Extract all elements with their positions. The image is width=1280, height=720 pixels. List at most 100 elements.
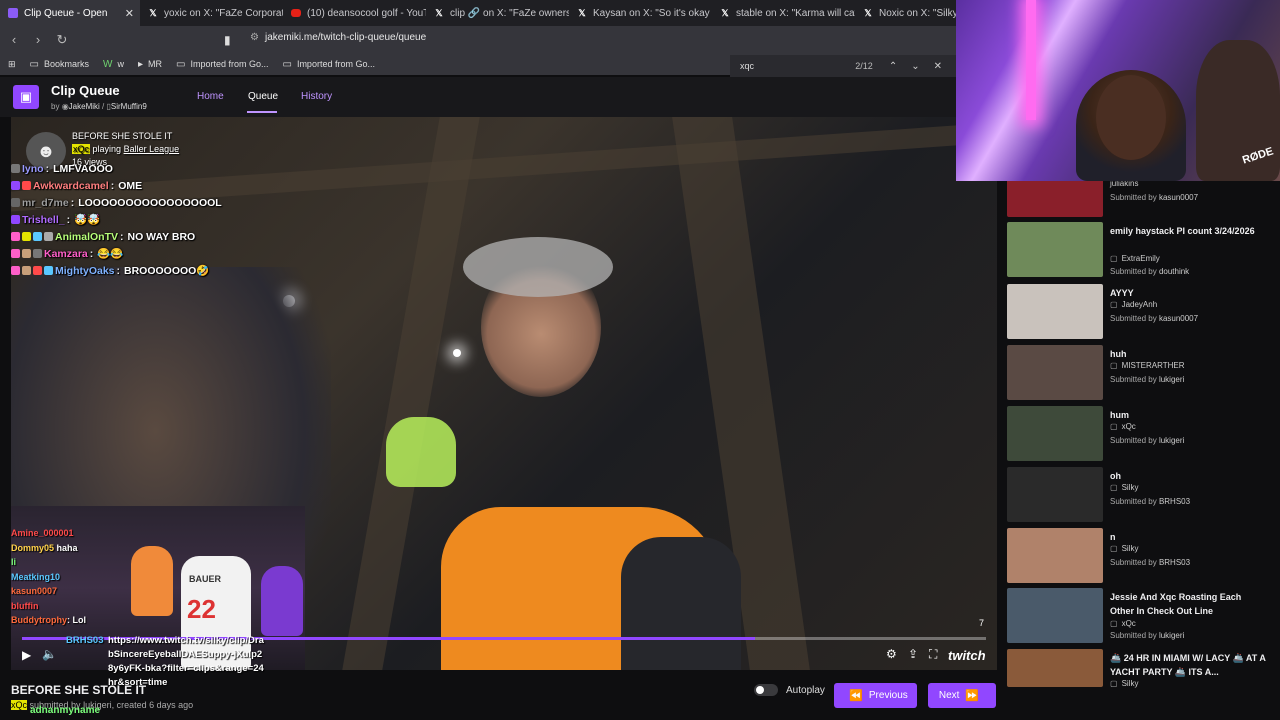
queue-channel: ▢ Silky (1110, 483, 1138, 492)
badge-icon (11, 249, 20, 258)
badge-icon (33, 232, 42, 241)
chat-bubble-icon: ▢ (1110, 544, 1118, 553)
submitted-prefix: Submitted by (1110, 314, 1157, 323)
queue-title: 🚢 24 HR IN MIAMI W/ LACY 🚢 AT A YACHT PA… (1110, 653, 1266, 677)
queue-channel-name: ExtraEmily (1121, 254, 1160, 263)
chevron-down-icon[interactable]: ⌄ (911, 61, 919, 72)
tab-kaysan[interactable]: 𝕏 Kaysan on X: "So it's okay to m (569, 0, 712, 26)
clip-queue-logo-icon[interactable]: ▣ (13, 85, 39, 109)
queue-item[interactable]: Jessie And Xqc Roasting Each Other In Ch… (1007, 588, 1272, 646)
nav-history[interactable]: History (301, 91, 332, 102)
category-link[interactable]: Baller League (124, 144, 180, 154)
clip-created: created 6 days ago (116, 700, 194, 710)
badge-icon (11, 198, 20, 207)
bookmark-w[interactable]: Ww (103, 59, 124, 70)
tab-yoxic[interactable]: 𝕏 yoxic on X: "FaZe Corporate se (140, 0, 283, 26)
apps-icon[interactable]: ⊞ (8, 59, 16, 70)
chat-username: mr_d7me (22, 196, 69, 209)
chat-line: Trishell_: 🤯🤯 (11, 211, 441, 228)
autoplay-toggle[interactable]: Autoplay (754, 684, 825, 696)
pip-chat-username: Buddytrophy (11, 615, 67, 625)
tab-youtube[interactable]: (10) deansocool golf - YouTube (283, 0, 426, 26)
close-icon[interactable]: ✕ (125, 7, 134, 20)
chat-overlay: Iyno: LMFVAOOO Awkwardcamel: OME mr_d7me: L… (11, 160, 441, 279)
overlay-title: BEFORE SHE STOLE IT (72, 131, 173, 141)
share-icon[interactable]: ⇪ (908, 647, 918, 661)
queue-item[interactable]: 🚢 24 HR IN MIAMI W/ LACY 🚢 AT A YACHT PA… (1007, 649, 1272, 689)
play-icon[interactable]: ▶ (22, 648, 31, 662)
reload-icon[interactable]: ↻ (52, 32, 72, 48)
toggle-switch[interactable] (754, 684, 778, 696)
bookmark-imported-1[interactable]: ▭ Imported from Go... (176, 59, 268, 70)
pip-chat-line: li (11, 557, 211, 572)
chat-bubble-icon: ▢ (1110, 300, 1118, 309)
twitch-logo[interactable]: twitch (948, 648, 986, 663)
bookmark-icon[interactable]: ▮ (224, 33, 234, 47)
url-field[interactable]: ⚙ jakemiki.me/twitch-clip-queue/queue (250, 32, 426, 43)
next-button[interactable]: Next ⏩ (928, 683, 996, 708)
x-icon: 𝕏 (149, 7, 157, 18)
bookmark-label: Imported from Go... (296, 59, 375, 69)
queue-item[interactable]: juliakins Submitted by kasun0007 (1007, 176, 1272, 218)
queue-channel-name: JadeyAnh (1121, 300, 1158, 309)
submitter-name: kasun0007 (1158, 314, 1199, 323)
streamer-head (1096, 75, 1166, 160)
tab-clip-queue[interactable]: Clip Queue - Open ✕ (0, 0, 140, 26)
fast-forward-icon: ⏩ (965, 690, 980, 702)
dark-sleeve (621, 537, 741, 670)
back-icon[interactable]: ‹ (4, 32, 24, 47)
chat-bubble-icon: ▢ (1110, 619, 1118, 628)
pip-chat-username: Amine_000001 (11, 528, 74, 538)
badge-icon (44, 266, 53, 275)
tab-clip[interactable]: 𝕏 clip 🔗 on X: "FaZe owners are (426, 0, 569, 26)
chat-bubble-icon: ▢ (1110, 679, 1118, 688)
app-title: Clip Queue (51, 83, 120, 98)
queue-item[interactable]: hum ▢ xQc Submitted by lukigeri (1007, 406, 1272, 464)
submitted-prefix: Submitted by (1110, 497, 1157, 506)
queue-item[interactable]: AYYY ▢ JadeyAnh Submitted by kasun0007 (1007, 284, 1272, 342)
queue-item[interactable]: huh ▢ MISTERARTHER Submitted by lukigeri (1007, 345, 1272, 403)
find-input[interactable]: xqc (740, 61, 855, 71)
close-icon[interactable]: ✕ (934, 61, 942, 72)
forward-icon[interactable]: › (28, 32, 48, 47)
nav-home[interactable]: Home (197, 91, 224, 102)
nav-queue[interactable]: Queue (248, 91, 278, 102)
folder-icon: ▭ (176, 58, 186, 70)
volume-icon[interactable]: 🔈 (42, 647, 57, 661)
find-bar: xqc 2/12 ⌃ ⌄ ✕ (730, 55, 956, 77)
chat-line: Kamzara: 😂😂 (11, 245, 441, 262)
bookmark-label: MR (148, 59, 162, 69)
author-link[interactable]: JakeMiki (69, 102, 100, 111)
chat-bubble-icon: ▢ (1110, 483, 1118, 492)
author-link[interactable]: SirMuffin9 (111, 102, 147, 111)
submitted-prefix: Submitted by (1110, 193, 1157, 202)
queue-thumbnail (1007, 345, 1103, 400)
previous-button[interactable]: ⏪ Previous (834, 683, 917, 708)
bookmark-mr[interactable]: ▸ MR (138, 59, 162, 70)
queue-item[interactable]: emily haystack PI count 3/24/2026 ▢ Extra… (1007, 222, 1272, 280)
pip-chat-username: bluffin (11, 600, 39, 611)
badge-icon (22, 181, 31, 190)
badge-icon (44, 232, 53, 241)
x-icon: 𝕏 (721, 7, 729, 18)
pip-chat: Amine_000001 Dommy05 haha li Meatking10 … (11, 528, 211, 630)
submitter-name: BRHS03 (1158, 558, 1191, 567)
queue-item[interactable]: n ▢ Silky Submitted by BRHS03 (1007, 528, 1272, 586)
queue-item[interactable]: oh ▢ Silky Submitted by BRHS03 (1007, 467, 1272, 525)
tab-label: clip 🔗 on X: "FaZe owners are (450, 7, 569, 19)
clip-channel[interactable]: xQc (11, 700, 28, 710)
tab-stable[interactable]: 𝕏 stable on X: "Karma will catch y (712, 0, 855, 26)
site-info-icon[interactable]: ⚙ (250, 32, 259, 43)
settings-icon[interactable]: ⚙ (886, 647, 897, 661)
chat-username: adnanmyname (30, 705, 101, 716)
channel-name[interactable]: xQc (72, 144, 91, 154)
queue-thumbnail (1007, 649, 1103, 687)
chat-username: BRHS03 (66, 635, 104, 646)
bookmark-folder[interactable]: ▭ Bookmarks (30, 59, 89, 70)
chevron-up-icon[interactable]: ⌃ (889, 61, 897, 72)
queue-submitter: Submitted by kasun0007 (1110, 193, 1198, 202)
bookmark-imported-2[interactable]: ▭ Imported from Go... (282, 59, 374, 70)
pip-chat-line: Amine_000001 (11, 528, 211, 543)
fullscreen-icon[interactable]: ⛶ (929, 647, 937, 662)
queue-submitter: Submitted by douthink (1110, 267, 1189, 276)
